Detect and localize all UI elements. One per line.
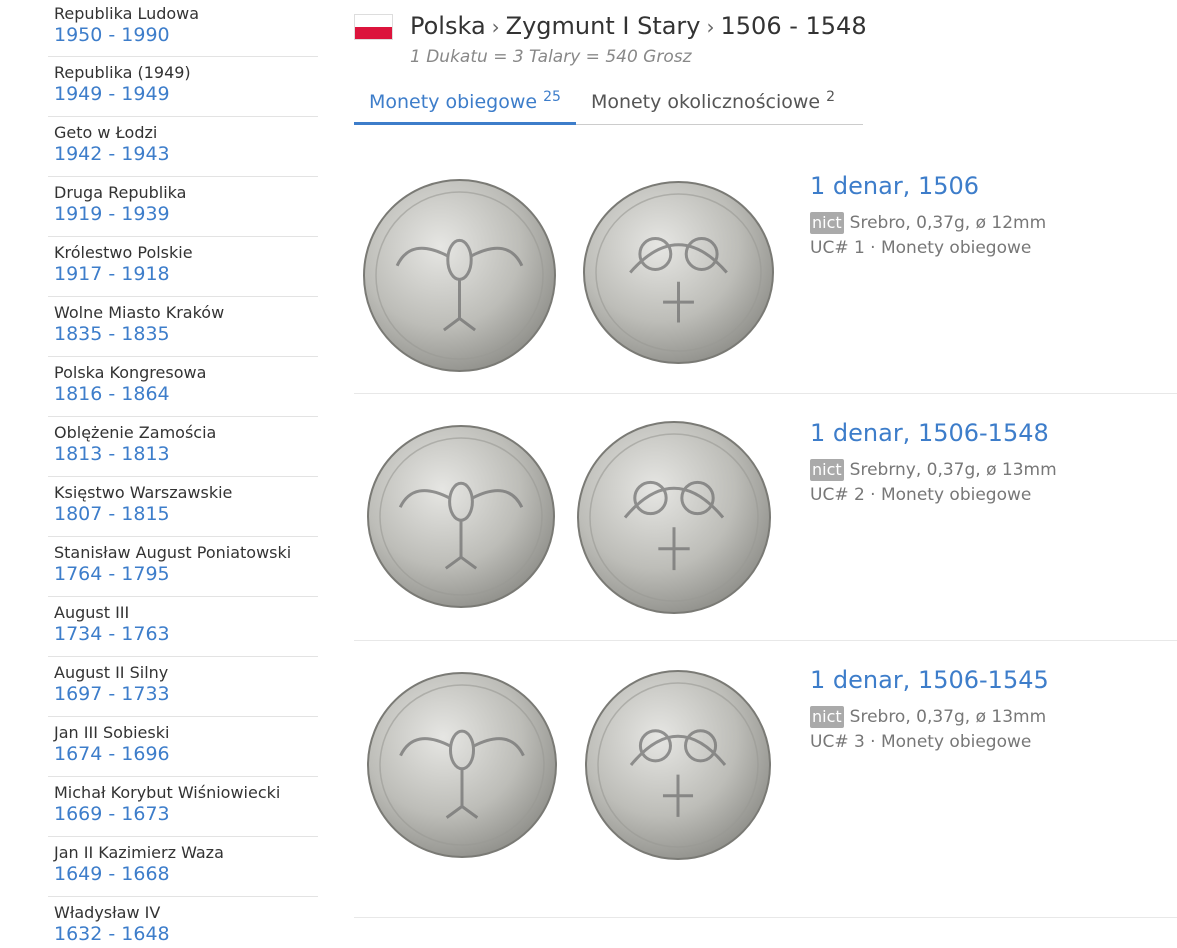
coin-spec: nict Srebro, 0,37g, ø 13mm [810,706,1046,728]
period-name: Oblężenie Zamościa [54,423,217,442]
sidebar-period-item[interactable]: Jan III Sobieski 1674 - 1696 [48,717,318,777]
period-name: Polska Kongresowa [54,363,207,382]
period-name: Republika (1949) [54,63,191,82]
coin-reverse-image[interactable] [584,669,772,861]
breadcrumb-country[interactable]: Polska [410,12,486,40]
period-years-link[interactable]: 1669 - 1673 [54,802,318,826]
tab-commemorative-coins[interactable]: Monety okolicznościowe 2 [576,84,850,125]
coin-title[interactable]: 1 denar, 1506 [810,172,979,200]
sidebar-period-item[interactable]: Geto w Łodzi 1942 - 1943 [48,117,318,177]
coin-item[interactable]: 1 denar, 1506-1548 nict Srebrny, 0,37g, ø… [354,394,1177,641]
coin-title[interactable]: 1 denar, 1506-1545 [810,666,1049,694]
tab-circulation-coins[interactable]: Monety obiegowe 25 [354,84,576,125]
period-years-link[interactable]: 1950 - 1990 [54,23,318,47]
tab-label: Monety okolicznościowe [590,91,821,113]
coin-obverse-image[interactable] [366,671,558,859]
tab-count: 25 [543,88,561,105]
poland-flag-icon [354,14,393,40]
material-badge: nict [810,706,844,728]
sidebar-period-item[interactable]: August II Silny 1697 - 1733 [48,657,318,717]
breadcrumb-separator: › [706,15,715,39]
breadcrumb-period: 1506 - 1548 [720,12,867,40]
period-years-link[interactable]: 1917 - 1918 [54,262,318,286]
period-years-link[interactable]: 1816 - 1864 [54,382,318,406]
period-name: August II Silny [54,663,169,682]
sidebar-period-item[interactable]: Druga Republika 1919 - 1939 [48,177,318,237]
sidebar-period-item[interactable]: Oblężenie Zamościa 1813 - 1813 [48,417,318,477]
material-badge: nict [810,459,844,481]
period-years-link[interactable]: 1649 - 1668 [54,862,318,886]
sidebar-period-item[interactable]: Władysław IV 1632 - 1648 [48,897,318,948]
coin-item[interactable]: 1 denar, 1506 nict Srebro, 0,37g, ø 12mm … [354,150,1177,394]
period-years-link[interactable]: 1674 - 1696 [54,742,318,766]
period-years-link[interactable]: 1764 - 1795 [54,562,318,586]
sidebar-period-item[interactable]: Michał Korybut Wiśniowiecki 1669 - 1673 [48,777,318,837]
sidebar-period-item[interactable]: August III 1734 - 1763 [48,597,318,657]
coin-tabs: Monety obiegowe 25 Monety okolicznościow… [354,84,863,125]
period-name: Wolne Miasto Kraków [54,303,225,322]
breadcrumb-ruler[interactable]: Zygmunt I Stary [506,12,701,40]
period-name: Stanisław August Poniatowski [54,543,292,562]
period-years-link[interactable]: 1835 - 1835 [54,322,318,346]
period-name: Michał Korybut Wiśniowiecki [54,783,281,802]
period-years-link[interactable]: 1697 - 1733 [54,682,318,706]
coin-spec: nict Srebro, 0,37g, ø 12mm [810,212,1046,234]
period-years-link[interactable]: 1807 - 1815 [54,502,318,526]
period-name: Geto w Łodzi [54,123,158,142]
period-name: August III [54,603,130,622]
coin-catalog: UC# 2 · Monety obiegowe [810,485,1032,505]
tab-count: 2 [826,88,836,105]
period-years-link[interactable]: 1734 - 1763 [54,622,318,646]
coin-spec-text: Srebro, 0,37g, ø 12mm [849,213,1047,233]
period-name: Królestwo Polskie [54,243,193,262]
sidebar-period-item[interactable]: Wolne Miasto Kraków 1835 - 1835 [48,297,318,357]
period-years-link[interactable]: 1919 - 1939 [54,202,318,226]
coin-title[interactable]: 1 denar, 1506-1548 [810,419,1049,447]
period-name: Republika Ludowa [54,4,200,23]
coin-spec-text: Srebrny, 0,37g, ø 13mm [849,460,1057,480]
period-name: Księstwo Warszawskie [54,483,233,502]
sidebar-period-item[interactable]: Republika Ludowa 1950 - 1990 [48,0,318,57]
sidebar-period-item[interactable]: Królestwo Polskie 1917 - 1918 [48,237,318,297]
breadcrumb-separator: › [491,15,500,39]
coin-reverse-image[interactable] [576,420,772,615]
period-years-link[interactable]: 1813 - 1813 [54,442,318,466]
coin-obverse-image[interactable] [366,424,556,609]
material-badge: nict [810,212,844,234]
period-years-link[interactable]: 1632 - 1648 [54,922,318,946]
tab-label: Monety obiegowe [369,91,538,113]
sidebar-period-item[interactable]: Jan II Kazimierz Waza 1649 - 1668 [48,837,318,897]
coin-catalog: UC# 3 · Monety obiegowe [810,732,1032,752]
coin-item[interactable]: 1 denar, 1506-1545 nict Srebro, 0,37g, ø … [354,641,1177,918]
sidebar-period-item[interactable]: Księstwo Warszawskie 1807 - 1815 [48,477,318,537]
sidebar-period-item[interactable]: Polska Kongresowa 1816 - 1864 [48,357,318,417]
coin-catalog: UC# 1 · Monety obiegowe [810,238,1032,258]
coin-spec: nict Srebrny, 0,37g, ø 13mm [810,459,1057,481]
period-years-link[interactable]: 1942 - 1943 [54,142,318,166]
period-name: Druga Republika [54,183,187,202]
coin-obverse-image[interactable] [362,178,557,373]
sidebar-period-item[interactable]: Stanisław August Poniatowski 1764 - 1795 [48,537,318,597]
breadcrumb: Polska › Zygmunt I Stary › 1506 - 1548 [410,12,867,40]
coin-spec-text: Srebro, 0,37g, ø 13mm [849,707,1047,727]
period-years-link[interactable]: 1949 - 1949 [54,82,318,106]
currency-subtitle: 1 Dukatu = 3 Talary = 540 Grosz [410,47,692,67]
sidebar-period-item[interactable]: Republika (1949) 1949 - 1949 [48,57,318,117]
period-name: Jan II Kazimierz Waza [54,843,224,862]
period-sidebar: Republika Ludowa 1950 - 1990 Republika (19… [48,0,318,948]
period-name: Władysław IV [54,903,161,922]
coin-reverse-image[interactable] [582,180,775,365]
period-name: Jan III Sobieski [54,723,170,742]
